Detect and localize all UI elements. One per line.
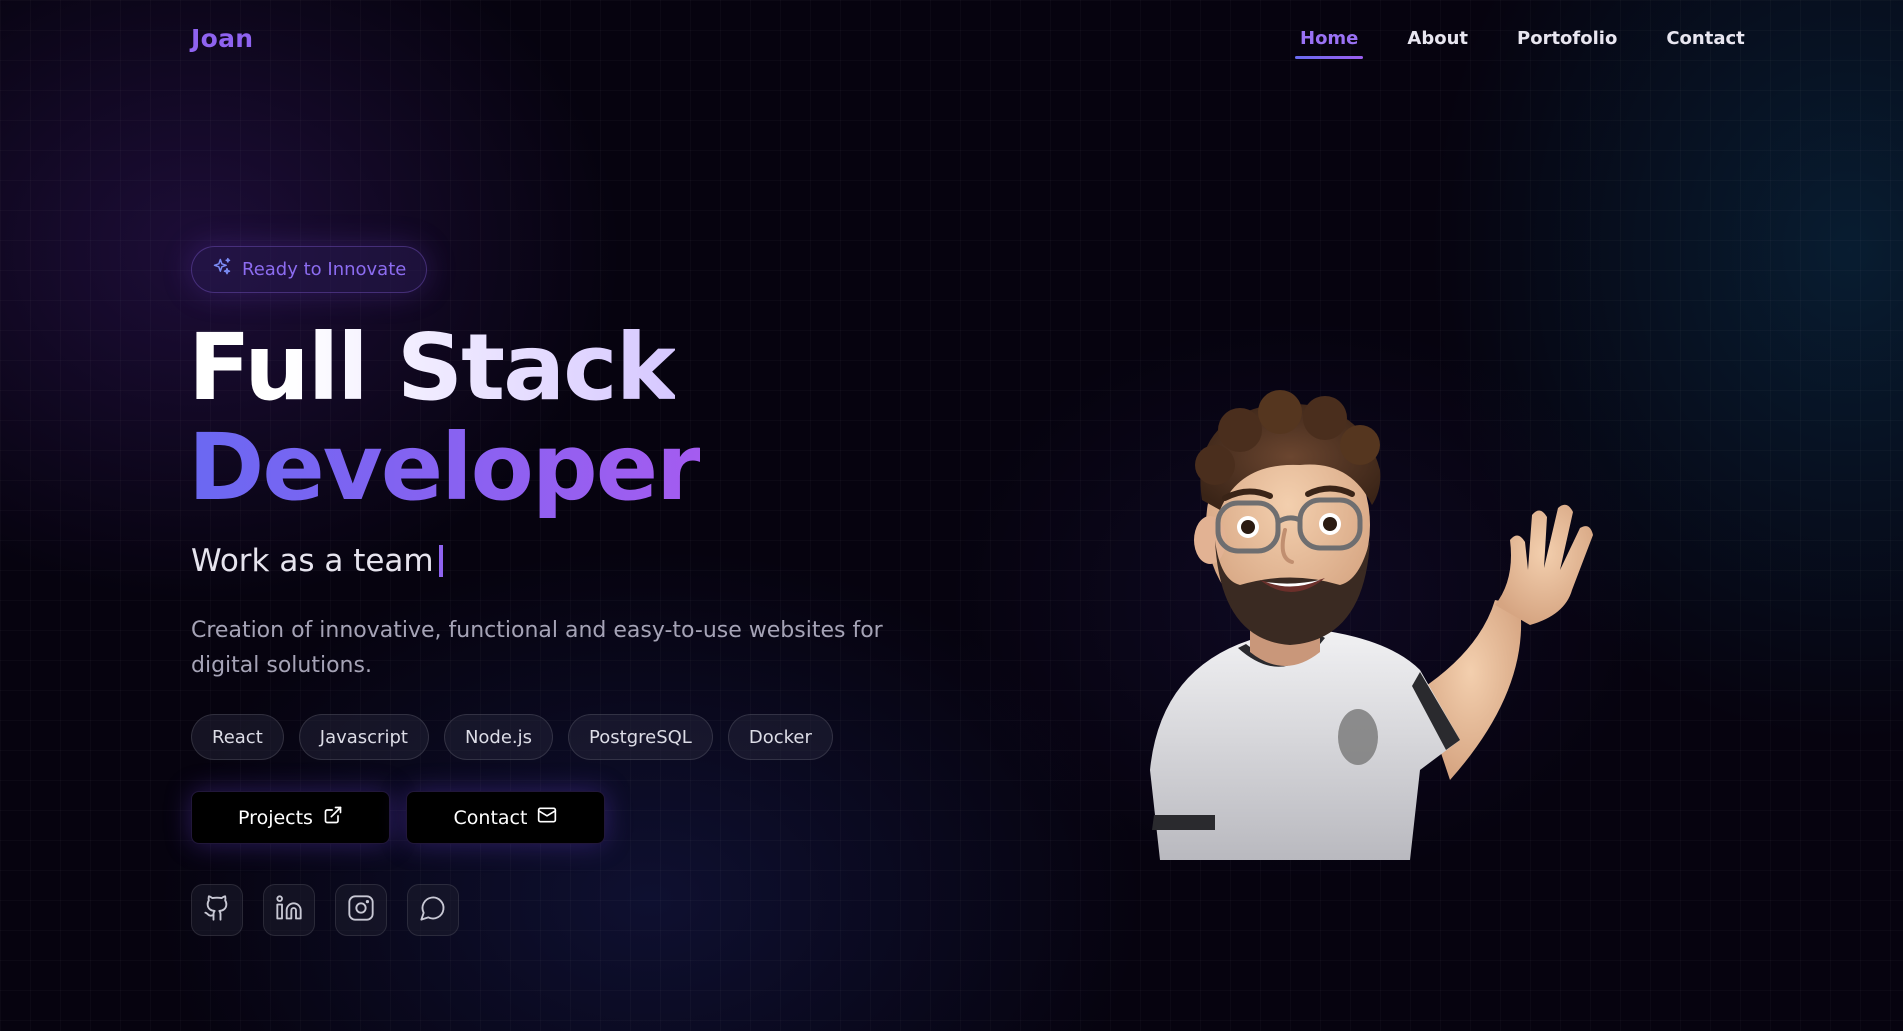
tag-nodejs: Node.js bbox=[443, 714, 554, 760]
typing-cursor bbox=[438, 545, 443, 577]
nav-portofolio[interactable]: Portofolio bbox=[1512, 26, 1622, 59]
nav-home[interactable]: Home bbox=[1295, 26, 1364, 59]
typed-text: Work as a team bbox=[191, 543, 434, 579]
site-logo[interactable]: Joan bbox=[191, 24, 253, 53]
tag-react: React bbox=[191, 714, 284, 760]
github-link[interactable] bbox=[191, 884, 243, 936]
typed-subtitle: Work as a team bbox=[191, 543, 443, 579]
tag-javascript: Javascript bbox=[298, 714, 429, 760]
contact-button-label: Contact bbox=[453, 806, 528, 829]
projects-button-label: Projects bbox=[238, 806, 313, 829]
cta-buttons: Projects Contact bbox=[191, 791, 605, 844]
chat-bubble-icon bbox=[419, 894, 447, 926]
tag-docker: Docker bbox=[727, 714, 833, 760]
linkedin-icon bbox=[275, 894, 303, 926]
mail-icon bbox=[537, 805, 557, 830]
badge-label: Ready to Innovate bbox=[242, 259, 407, 280]
headline-line-1: Full Stack bbox=[188, 314, 677, 421]
tech-tags: React Javascript Node.js PostgreSQL Dock… bbox=[191, 714, 833, 760]
main-nav: Home About Portofolio Contact bbox=[1295, 26, 1750, 59]
ready-badge: Ready to Innovate bbox=[191, 246, 428, 293]
github-icon bbox=[203, 894, 231, 926]
external-link-icon bbox=[323, 805, 343, 830]
sparkles-icon bbox=[212, 257, 232, 282]
nav-about[interactable]: About bbox=[1402, 26, 1473, 59]
contact-button[interactable]: Contact bbox=[406, 791, 605, 844]
instagram-link[interactable] bbox=[335, 884, 387, 936]
social-links bbox=[191, 884, 459, 936]
projects-button[interactable]: Projects bbox=[191, 791, 390, 844]
linkedin-link[interactable] bbox=[263, 884, 315, 936]
waving-avatar-illustration bbox=[1120, 390, 1600, 860]
hero-description: Creation of innovative, functional and e… bbox=[191, 618, 883, 678]
chat-link[interactable] bbox=[407, 884, 459, 936]
nav-contact[interactable]: Contact bbox=[1661, 26, 1749, 59]
tag-postgresql: PostgreSQL bbox=[568, 714, 713, 760]
instagram-icon bbox=[347, 894, 375, 926]
headline-line-2: Developer bbox=[188, 414, 701, 521]
